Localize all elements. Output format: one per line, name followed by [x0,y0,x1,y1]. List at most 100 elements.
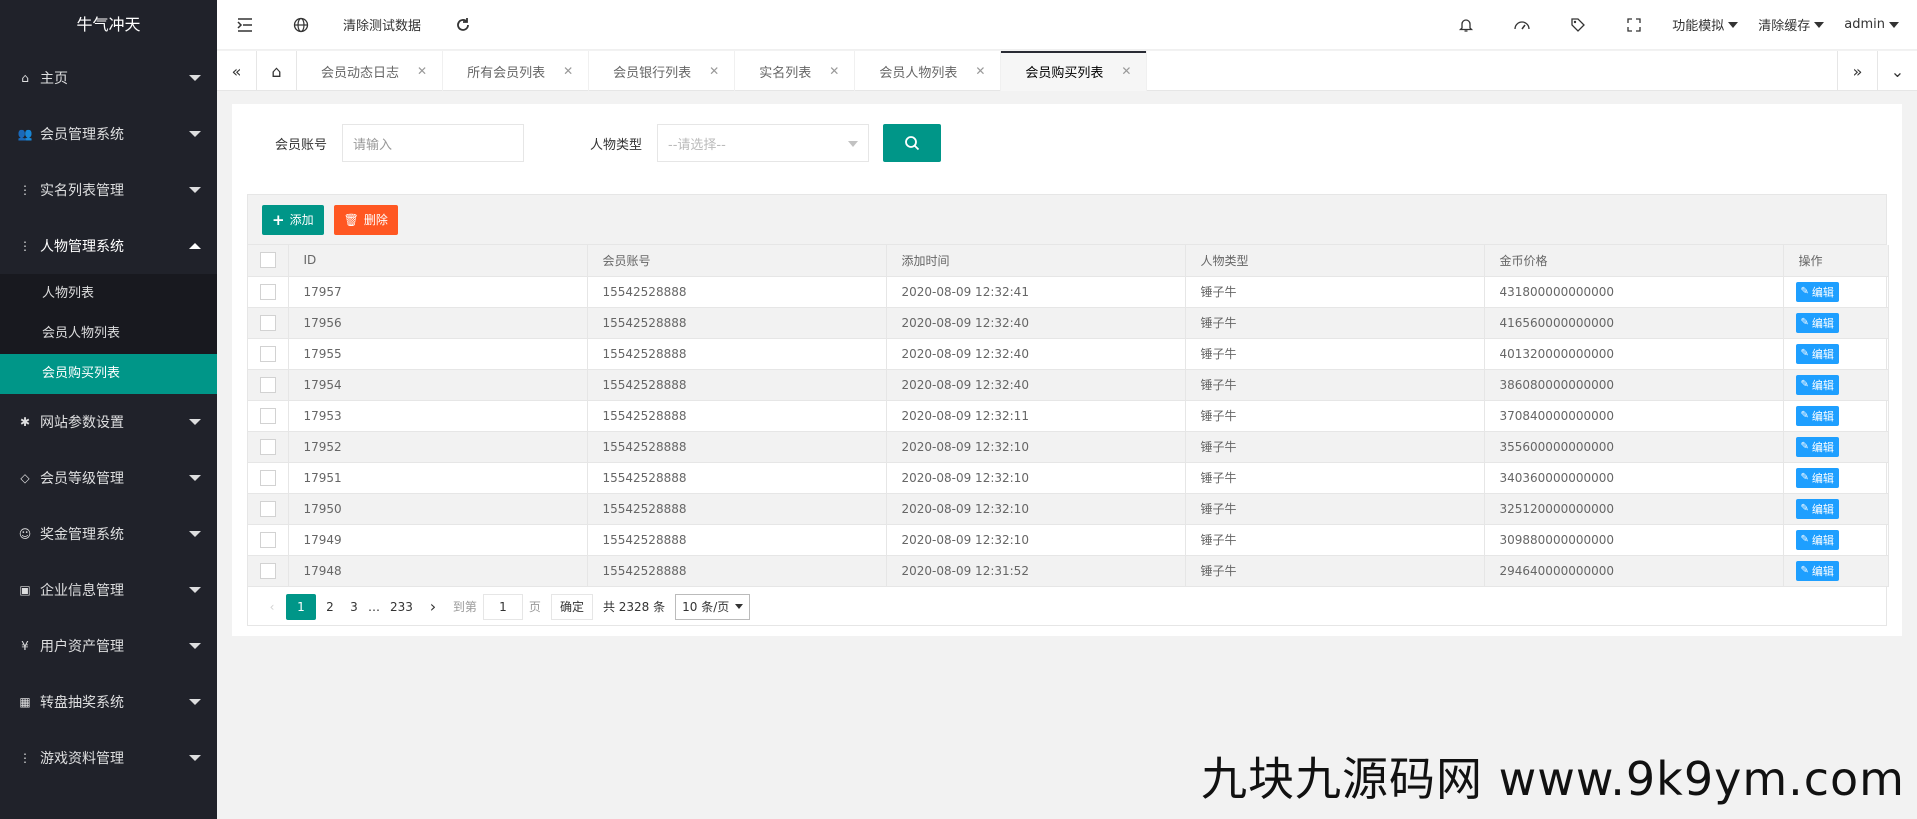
caret-down-icon [848,141,858,147]
tab-member-log[interactable]: 会员动态日志 ✕ [297,51,444,91]
row-checkbox-cell[interactable] [248,493,289,525]
next-page-button[interactable]: › [423,594,443,620]
subnav-item-character-list[interactable]: 人物列表 [0,274,217,314]
nav-character-system[interactable]: ⋮ 人物管理系统 [0,218,217,274]
bell-icon[interactable] [1438,0,1494,50]
row-checkbox-cell[interactable] [248,462,289,494]
row-checkbox-cell[interactable] [248,369,289,401]
nav-member-level[interactable]: ◇ 会员等级管理 [0,450,217,506]
select-all-checkbox[interactable] [259,252,276,269]
add-button[interactable]: + 添加 [262,204,324,235]
edit-button[interactable]: ✎ 编辑 [1795,560,1839,581]
edit-button[interactable]: ✎ 编辑 [1795,281,1839,302]
home-tab-icon[interactable]: ⌂ [257,51,297,91]
chevron-down-icon [189,755,201,761]
page-button[interactable]: 2 [320,594,340,620]
menu-fold-icon[interactable] [217,0,273,50]
row-checkbox-cell[interactable] [248,338,289,370]
page-button[interactable]: 3 [344,594,364,620]
type-select[interactable]: --请选择-- [657,124,869,162]
edit-button[interactable]: ✎ 编辑 [1795,467,1839,488]
row-checkbox[interactable] [259,314,276,331]
nav-home[interactable]: ⌂ 主页 [0,50,217,106]
prev-page-button[interactable]: ‹ [262,594,282,620]
edit-label: 编辑 [1811,378,1834,392]
tab-all-members[interactable]: 所有会员列表 ✕ [443,51,590,91]
row-checkbox[interactable] [259,283,276,300]
row-checkbox[interactable] [259,407,276,424]
subnav-item-member-purchase-list[interactable]: 会员购买列表 [0,354,217,394]
search-button[interactable] [883,124,941,162]
row-checkbox-cell[interactable] [248,431,289,463]
fullscreen-icon[interactable] [1606,0,1662,50]
nav-bonus[interactable]: ☺ 奖金管理系统 [0,506,217,562]
nav-game-data[interactable]: ⋮ 游戏资料管理 [0,730,217,786]
row-checkbox[interactable] [259,376,276,393]
refresh-icon[interactable] [435,0,491,50]
nav-wheel-lottery[interactable]: ▦ 转盘抽奖系统 [0,674,217,730]
row-checkbox-cell[interactable] [248,307,289,339]
nav-enterprise[interactable]: ▣ 企业信息管理 [0,562,217,618]
subnav-item-member-character-list[interactable]: 会员人物列表 [0,314,217,354]
column-header[interactable]: 会员账号 [587,245,887,277]
tab-member-purchase[interactable]: 会员购买列表 ✕ [1001,51,1148,91]
delete-button[interactable]: 🗑 删除 [333,204,398,235]
row-checkbox[interactable] [259,500,276,517]
goto-confirm-button[interactable]: 确定 [550,593,593,620]
edit-button[interactable]: ✎ 编辑 [1795,343,1839,364]
close-icon[interactable]: ✕ [975,64,985,78]
dashboard-icon[interactable] [1494,0,1550,50]
tag-icon[interactable] [1550,0,1606,50]
row-checkbox[interactable] [259,562,276,579]
select-all-checkbox-cell[interactable] [248,245,289,277]
cell-price: 401320000000000 [1484,338,1784,370]
column-header[interactable]: 添加时间 [886,245,1186,277]
globe-icon[interactable] [273,0,329,50]
function-sim-dropdown[interactable]: 功能模拟 [1662,15,1748,34]
close-icon[interactable]: ✕ [709,64,719,78]
nav-realname[interactable]: ⋮ 实名列表管理 [0,162,217,218]
row-checkbox-cell[interactable] [248,400,289,432]
row-checkbox[interactable] [259,469,276,486]
clear-test-data-button[interactable]: 清除测试数据 [329,15,435,34]
edit-button[interactable]: ✎ 编辑 [1795,498,1839,519]
account-input[interactable]: 请输入 [342,124,524,162]
clear-cache-dropdown[interactable]: 清除缓存 [1748,15,1834,34]
goto-page-input[interactable]: 1 [482,593,523,620]
caret-down-icon [735,604,744,609]
close-icon[interactable]: ✕ [563,64,573,78]
tab-member-bank[interactable]: 会员银行列表 ✕ [589,51,736,91]
tabs-scroll-right-icon[interactable]: » [1837,51,1877,91]
edit-button[interactable]: ✎ 编辑 [1795,312,1839,333]
tabs-menu-chevron-down-icon[interactable]: ⌄ [1877,51,1917,91]
row-checkbox[interactable] [259,438,276,455]
user-menu[interactable]: admin [1834,17,1917,32]
tab-realname[interactable]: 实名列表 ✕ [735,51,856,91]
close-icon[interactable]: ✕ [829,64,839,78]
tab-member-character[interactable]: 会员人物列表 ✕ [855,51,1002,91]
page-button[interactable]: 1 [286,593,316,620]
edit-button[interactable]: ✎ 编辑 [1795,529,1839,550]
column-header[interactable]: ID [288,245,588,277]
cell-id: 17952 [288,431,588,463]
tabs-scroll-left-icon[interactable]: « [217,51,257,91]
column-header[interactable]: 人物类型 [1185,245,1485,277]
row-checkbox-cell[interactable] [248,276,289,308]
pencil-icon: ✎ [1800,565,1809,576]
edit-button[interactable]: ✎ 编辑 [1795,436,1839,457]
row-checkbox[interactable] [259,531,276,548]
edit-button[interactable]: ✎ 编辑 [1795,405,1839,426]
column-header[interactable]: 金币价格 [1484,245,1784,277]
edit-button[interactable]: ✎ 编辑 [1795,374,1839,395]
page-button[interactable]: 233 [384,594,419,620]
nav-user-assets[interactable]: ¥ 用户资产管理 [0,618,217,674]
nav-member-system[interactable]: 👥 会员管理系统 [0,106,217,162]
row-checkbox[interactable] [259,345,276,362]
close-icon[interactable]: ✕ [417,64,427,78]
per-page-select[interactable]: 10 条/页 [675,593,751,620]
cell-type: 锤子牛 [1185,493,1485,525]
close-icon[interactable]: ✕ [1121,64,1131,78]
row-checkbox-cell[interactable] [248,524,289,556]
row-checkbox-cell[interactable] [248,555,289,587]
nav-site-settings[interactable]: ✱ 网站参数设置 [0,394,217,450]
